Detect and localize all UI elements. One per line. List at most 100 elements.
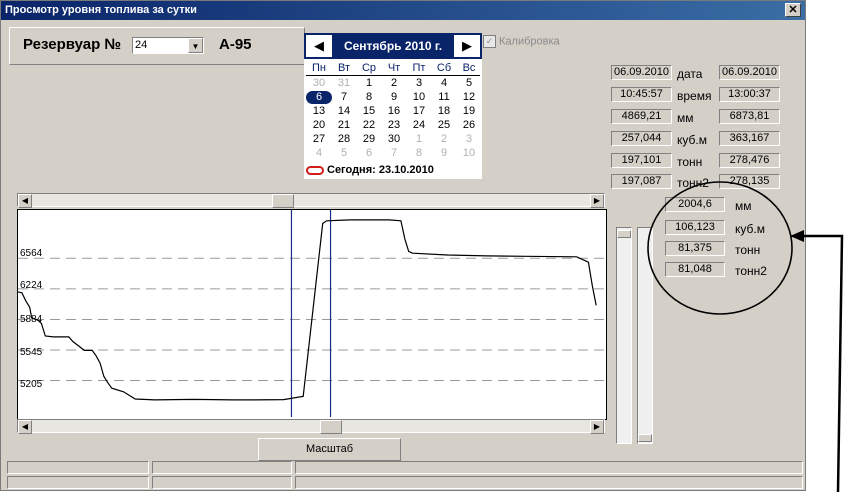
scale-button[interactable]: Масштаб — [258, 438, 401, 461]
calendar-day[interactable]: 3 — [456, 133, 482, 146]
reading-right-value: 278,476 — [719, 153, 780, 168]
calendar-day[interactable]: 26 — [456, 119, 482, 132]
status-pane — [7, 476, 149, 489]
calendar-day[interactable]: 19 — [456, 105, 482, 118]
weekday-label: Вс — [462, 62, 476, 74]
calendar-day[interactable]: 13 — [306, 105, 332, 118]
calendar-day[interactable]: 2 — [381, 77, 407, 90]
calendar-day[interactable]: 9 — [381, 91, 407, 104]
weekday-label: Ср — [361, 62, 377, 74]
calendar-next-button[interactable]: ▶ — [454, 35, 480, 57]
calendar-day[interactable]: 2 — [431, 133, 457, 146]
scroll-right-icon[interactable]: ▶ — [590, 420, 604, 434]
reading-left-value: 197,087 — [611, 174, 672, 189]
reading-left-value: 06.09.2010 — [611, 65, 672, 80]
calendar-day[interactable]: 10 — [456, 147, 482, 160]
chevron-down-icon[interactable]: ▼ — [188, 38, 203, 53]
calendar-day[interactable]: 22 — [356, 119, 382, 132]
calendar-day[interactable]: 8 — [406, 147, 432, 160]
difference-value: 2004,6 — [665, 197, 725, 212]
calendar-day[interactable]: 5 — [456, 77, 482, 90]
calendar-day[interactable]: 3 — [406, 77, 432, 90]
calendar-day[interactable]: 7 — [381, 147, 407, 160]
close-button[interactable]: ✕ — [785, 3, 801, 17]
weekday-label: Пн — [312, 62, 326, 74]
weekday-label: Пт — [412, 62, 426, 74]
calendar-day[interactable]: 23 — [381, 119, 407, 132]
calibration-checkbox[interactable]: ✓ Калибровка — [483, 35, 560, 48]
weekday-label: Сб — [436, 62, 452, 74]
scroll-thumb[interactable] — [272, 194, 294, 208]
calendar-day[interactable]: 25 — [431, 119, 457, 132]
reading-label: мм — [677, 111, 694, 125]
reading-right-value: 278,135 — [719, 174, 780, 189]
tank-select[interactable]: 24 ▼ — [132, 37, 204, 54]
tank-select-value: 24 — [135, 39, 148, 51]
checkmark-icon: ✓ — [483, 35, 496, 48]
calendar-day[interactable]: 30 — [381, 133, 407, 146]
calendar-day[interactable]: 31 — [331, 77, 357, 90]
reading-left-value: 197,101 — [611, 153, 672, 168]
scroll-left-icon[interactable]: ◀ — [18, 420, 32, 434]
calendar-month: Сентябрь 2010 г. — [343, 39, 443, 53]
calendar-day[interactable]: 17 — [406, 105, 432, 118]
slider-thumb[interactable] — [638, 434, 652, 442]
calendar-day[interactable]: 27 — [306, 133, 332, 146]
calendar-day[interactable]: 21 — [331, 119, 357, 132]
calendar-day[interactable]: 6 — [356, 147, 382, 160]
calendar-day[interactable]: 9 — [431, 147, 457, 160]
tank-label: Резервуар № — [23, 36, 122, 53]
y-tick-label: 5884 — [20, 314, 43, 325]
reading-right-value: 06.09.2010 — [719, 65, 780, 80]
calendar-day[interactable]: 7 — [331, 91, 357, 104]
calendar-day[interactable]: 4 — [431, 77, 457, 90]
calendar-day[interactable]: 16 — [381, 105, 407, 118]
fuel-level-line — [18, 219, 597, 401]
calendar-day[interactable]: 1 — [406, 133, 432, 146]
calendar-day[interactable]: 15 — [356, 105, 382, 118]
reading-label: тонн2 — [677, 176, 709, 190]
calendar-day[interactable]: 12 — [456, 91, 482, 104]
calendar-day[interactable]: 30 — [306, 77, 332, 90]
fuel-level-chart[interactable]: 6564 6224 5884 5545 5205 — [17, 209, 607, 420]
calendar: ◀ Сентябрь 2010 г. ▶ Пн Вт Ср Чт Пт Сб Вс 30 31 1… — [304, 33, 482, 179]
calendar-day[interactable]: 4 — [306, 147, 332, 160]
scroll-right-icon[interactable]: ▶ — [590, 194, 604, 208]
left-vertical-slider[interactable] — [616, 227, 632, 444]
status-pane — [295, 476, 803, 489]
reading-label: время — [677, 89, 712, 103]
calendar-today[interactable]: Сегодня: 23.10.2010 — [306, 164, 434, 176]
calendar-prev-button[interactable]: ◀ — [306, 35, 332, 57]
scroll-left-icon[interactable]: ◀ — [18, 194, 32, 208]
reading-left-value: 4869,21 — [611, 109, 672, 124]
calendar-day[interactable]: 1 — [356, 77, 382, 90]
status-pane — [152, 461, 292, 474]
calendar-day[interactable]: 11 — [431, 91, 457, 104]
calendar-day[interactable]: 20 — [306, 119, 332, 132]
calendar-day[interactable]: 14 — [331, 105, 357, 118]
calendar-day[interactable]: 5 — [331, 147, 357, 160]
reading-left-value: 257,044 — [611, 131, 672, 146]
calendar-day[interactable]: 8 — [356, 91, 382, 104]
calendar-day[interactable]: 29 — [356, 133, 382, 146]
main-window: Просмотр уровня топлива за сутки ✕ Резер… — [0, 0, 806, 491]
calendar-day[interactable]: 18 — [431, 105, 457, 118]
calendar-day[interactable]: 24 — [406, 119, 432, 132]
difference-value: 81,375 — [665, 241, 725, 256]
top-scrollbar[interactable]: ◀ ▶ — [17, 193, 605, 208]
slider-thumb[interactable] — [617, 230, 631, 238]
calendar-day[interactable]: 10 — [406, 91, 432, 104]
bottom-scrollbar[interactable]: ◀ ▶ — [17, 419, 605, 434]
calendar-day[interactable]: 28 — [331, 133, 357, 146]
calibration-label: Калибровка — [499, 35, 560, 48]
chart-canvas — [18, 210, 604, 417]
difference-label: тонн2 — [735, 264, 767, 278]
calendar-today-text: Сегодня: 23.10.2010 — [327, 164, 434, 176]
status-pane — [7, 461, 149, 474]
reading-label: дата — [677, 67, 703, 81]
right-vertical-slider[interactable] — [637, 227, 653, 444]
scroll-thumb[interactable] — [320, 420, 342, 434]
calendar-header: ◀ Сентябрь 2010 г. ▶ — [304, 33, 482, 59]
calendar-day[interactable]: 6 — [306, 91, 332, 104]
reading-right-value: 363,167 — [719, 131, 780, 146]
